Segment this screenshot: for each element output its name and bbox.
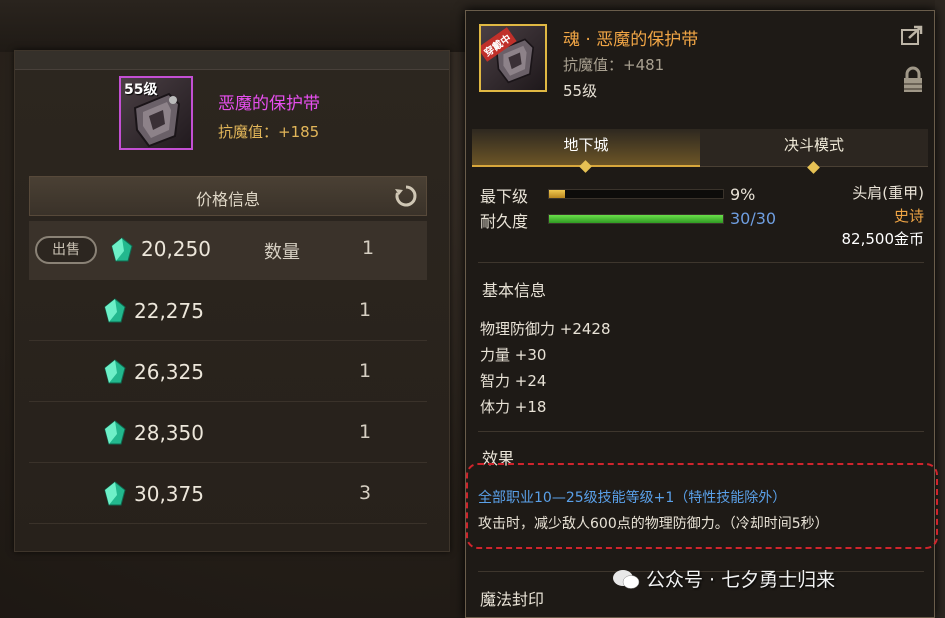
quantity-value: 3	[359, 482, 372, 504]
price-value: 28,350	[134, 421, 204, 445]
quantity-value: 1	[359, 299, 372, 321]
price-row[interactable]: 22,275 1	[29, 282, 427, 341]
sell-button[interactable]: 出售	[35, 236, 97, 264]
price-info-title: 价格信息	[195, 190, 260, 209]
tooltip-item-name: 魂 · 恶魔的保护带	[563, 30, 699, 50]
tooltip-item-level: 55级	[563, 82, 598, 100]
durability-bar-fill	[549, 215, 723, 223]
price-value: 20,250	[141, 237, 211, 261]
tab-dungeon-label: 地下城	[563, 136, 609, 154]
min-level-bar-fill	[549, 190, 565, 198]
panel-top-strip	[15, 51, 449, 70]
wechat-icon	[613, 570, 640, 589]
tab-pvp[interactable]: 决斗模式	[700, 129, 928, 174]
min-level-value: 9%	[730, 185, 756, 204]
gem-icon	[104, 298, 126, 323]
tab-pvp-label: 决斗模式	[783, 136, 844, 154]
divider	[478, 262, 924, 263]
magic-seal-title: 魔法封印	[480, 590, 545, 609]
price-row[interactable]: 出售 20,250 数量 1	[29, 221, 427, 280]
price-row[interactable]: 26,325 1	[29, 343, 427, 402]
stat-strength: 力量 +30	[480, 346, 547, 364]
refresh-icon[interactable]	[394, 184, 418, 208]
watermark-text: 公众号 · 七夕勇士归来	[646, 569, 836, 591]
item-name: 恶魔的保护带	[218, 94, 320, 114]
effect-defense-reduction: 攻击时，减少敌人600点的物理防御力。（冷却时间5秒）	[478, 516, 829, 532]
durability-bar	[548, 214, 724, 224]
tooltip-magic-resist: 抗魔值：+481	[563, 56, 665, 74]
tooltip-item-icon: 穿戴中	[479, 24, 547, 92]
tab-dungeon[interactable]: 地下城	[472, 129, 700, 173]
min-level-bar	[548, 189, 724, 199]
share-icon[interactable]	[900, 24, 924, 46]
gem-icon	[104, 420, 126, 445]
item-price: 82,500金币	[841, 230, 925, 248]
gem-icon	[111, 237, 133, 262]
min-level-label: 最下级	[480, 187, 529, 206]
price-value: 30,375	[134, 482, 204, 506]
price-value: 26,325	[134, 360, 204, 384]
mode-tabs: 地下城 决斗模式	[472, 129, 928, 174]
price-value: 22,275	[134, 299, 204, 323]
stat-vitality: 体力 +18	[480, 398, 547, 416]
stat-intelligence: 智力 +24	[480, 372, 547, 390]
price-row[interactable]: 28,350 1	[29, 404, 427, 463]
equip-slot: 头肩(重甲)	[852, 184, 924, 202]
price-info-header: 价格信息	[29, 176, 427, 216]
tab-diamond-marker	[807, 161, 820, 174]
rarity: 史诗	[893, 207, 924, 225]
effect-skill-bonus: 全部职业10—25级技能等级+1（特性技能除外）	[478, 490, 787, 506]
price-row[interactable]: 30,375 3	[29, 465, 427, 524]
belt-armor-icon	[133, 92, 181, 148]
basic-info-title: 基本信息	[482, 281, 547, 300]
lock-icon[interactable]	[902, 66, 924, 94]
item-icon[interactable]: 55级	[119, 76, 193, 150]
quantity-label: 数量	[264, 242, 300, 263]
divider	[478, 431, 924, 432]
quantity-value: 1	[359, 421, 372, 443]
item-tooltip: 穿戴中 魂 · 恶魔的保护带 抗魔值：+481 55级 地下城 决斗模式 最下级…	[465, 10, 938, 618]
tab-diamond-marker	[579, 160, 592, 173]
quantity-value: 1	[362, 237, 375, 259]
gem-icon	[104, 481, 126, 506]
stat-physical-defense: 物理防御力 +2428	[480, 320, 611, 338]
durability-label: 耐久度	[480, 212, 529, 231]
durability-value: 30/30	[730, 209, 777, 228]
quantity-value: 1	[359, 360, 372, 382]
item-magic-resist: 抗魔值：+185	[218, 123, 320, 141]
gem-icon	[104, 359, 126, 384]
market-panel: 55级 恶魔的保护带 抗魔值：+185 价格信息 出售 20,250 数量 1 …	[14, 50, 450, 552]
